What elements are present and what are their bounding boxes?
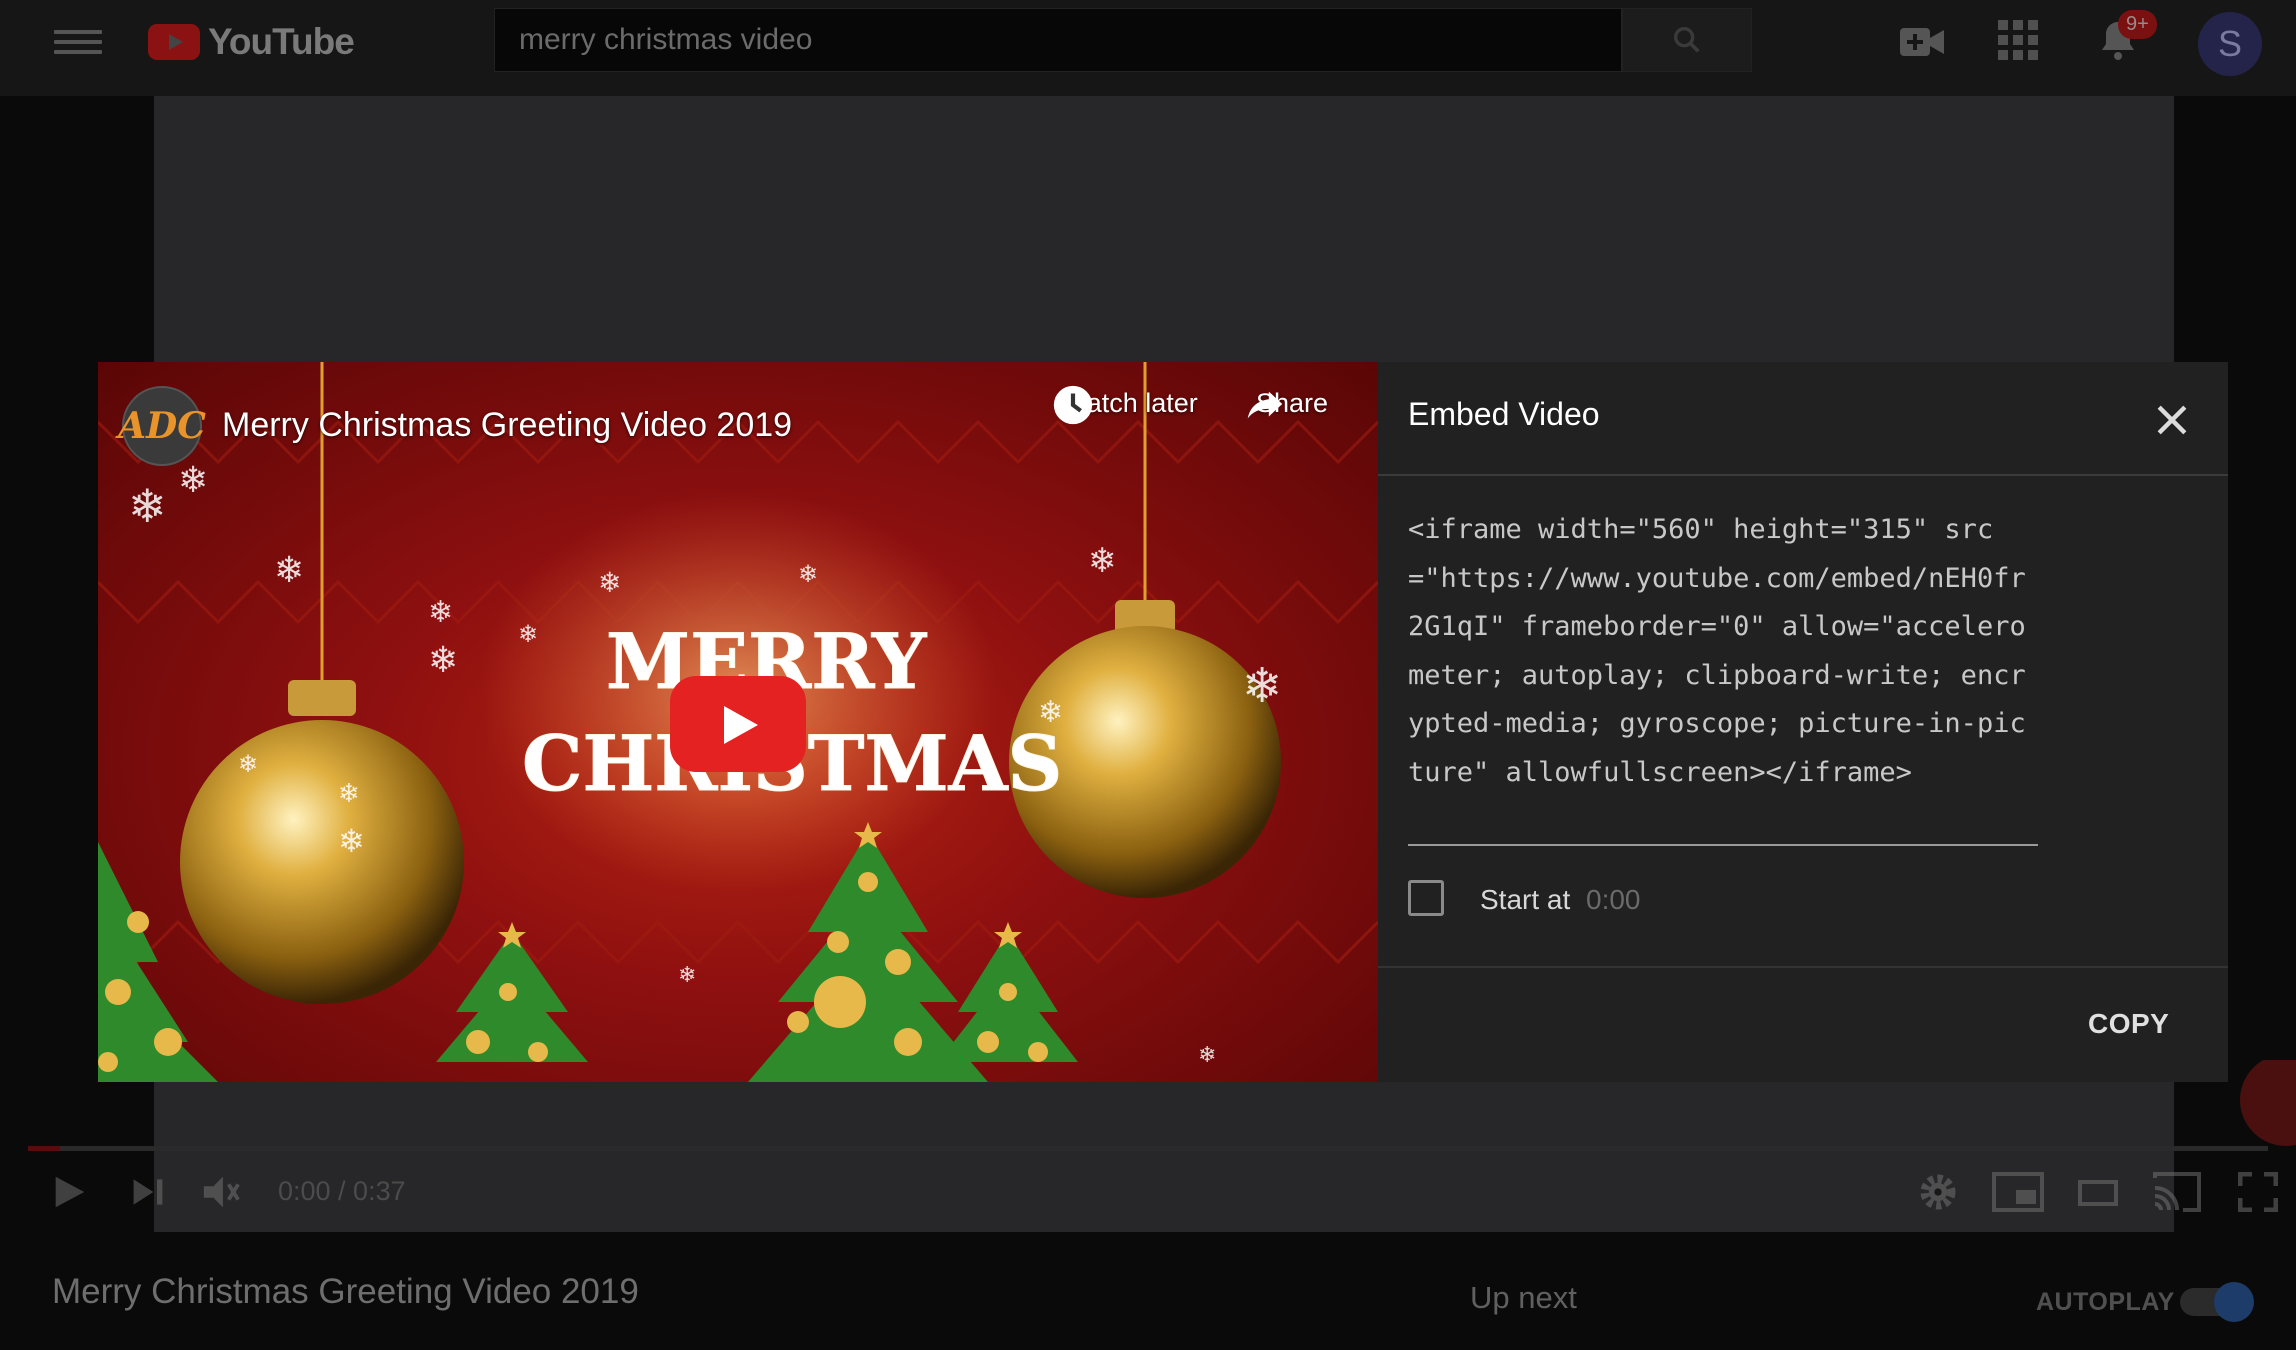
youtube-logo-text: YouTube — [208, 21, 355, 62]
autoplay-toggle[interactable] — [2180, 1282, 2254, 1322]
svg-text:❄: ❄ — [1088, 542, 1117, 580]
snowflake-icon: ❄ — [128, 480, 167, 532]
fullscreen-icon[interactable] — [2238, 1172, 2278, 1212]
large-play-button-icon[interactable] — [670, 676, 806, 772]
svg-text:❄: ❄ — [1242, 660, 1282, 713]
share-button[interactable]: Share — [1242, 382, 1342, 419]
embed-code-panel: Embed Video <iframe width="560" height="… — [1378, 362, 2228, 1082]
player-progress-bar[interactable] — [28, 1146, 2268, 1151]
miniplayer-icon[interactable] — [1992, 1172, 2044, 1212]
create-video-icon[interactable] — [1898, 22, 1946, 62]
svg-text:❄: ❄ — [338, 778, 360, 808]
watch-later-button[interactable]: Watch later — [1050, 382, 1210, 425]
search-button[interactable] — [1622, 8, 1752, 72]
svg-text:❄: ❄ — [518, 621, 538, 648]
volume-icon[interactable] — [200, 1172, 242, 1212]
cast-icon[interactable] — [2150, 1170, 2204, 1214]
embed-code-textarea[interactable]: <iframe width="560" height="315" src="ht… — [1408, 506, 2038, 797]
embed-dialog-title: Embed Video — [1408, 396, 1600, 432]
youtube-logo[interactable]: YouTube — [148, 20, 355, 64]
subscribe-now-sticker-icon — [2240, 1060, 2296, 1146]
channel-logo[interactable]: ADC — [118, 386, 206, 466]
svg-text:❄: ❄ — [178, 459, 208, 500]
preview-video-title[interactable]: Merry Christmas Greeting Video 2019 — [222, 406, 792, 445]
divider — [1378, 966, 2228, 968]
time-display: 0:00 / 0:37 — [278, 1176, 406, 1206]
search-input[interactable]: merry christmas video — [494, 8, 1622, 72]
embed-code-underline — [1408, 844, 2038, 846]
svg-text:❄: ❄ — [238, 751, 258, 778]
embedded-video-preview[interactable]: ❄ ❄ ❄ ❄ ❄ ❄ ❄ ❄ ❄ ❄ ❄ ❄ ❄ ❄ ❄ ❄ MERRY CH… — [98, 362, 1378, 1082]
copy-button[interactable]: COPY — [2088, 1008, 2169, 1040]
settings-gear-icon[interactable] — [1918, 1172, 1958, 1212]
close-icon[interactable] — [2150, 398, 2194, 442]
share-arrow-icon — [1247, 391, 1283, 419]
start-at-checkbox[interactable] — [1408, 880, 1444, 916]
svg-text:❄: ❄ — [1198, 1042, 1216, 1067]
clock-icon — [1053, 385, 1093, 425]
play-icon[interactable] — [50, 1172, 88, 1212]
svg-text:❄: ❄ — [798, 561, 818, 588]
search-icon — [1673, 26, 1700, 53]
hamburger-menu-icon[interactable] — [54, 24, 102, 56]
svg-text:❄: ❄ — [428, 596, 453, 629]
svg-text:❄: ❄ — [274, 549, 304, 590]
watch-page-video-title: Merry Christmas Greeting Video 2019 — [52, 1272, 639, 1311]
user-avatar[interactable]: S — [2198, 12, 2262, 76]
theater-mode-icon[interactable] — [2078, 1180, 2118, 1206]
svg-text:❄: ❄ — [338, 823, 365, 859]
autoplay-label: AUTOPLAY — [2036, 1288, 2175, 1316]
notification-count-badge: 9+ — [2118, 10, 2157, 39]
up-next-heading: Up next — [1470, 1280, 1577, 1315]
next-video-icon[interactable] — [130, 1174, 166, 1210]
svg-text:❄: ❄ — [428, 639, 458, 680]
svg-text:❄: ❄ — [678, 962, 696, 987]
apps-grid-icon[interactable] — [1998, 20, 2038, 60]
svg-text:❄: ❄ — [598, 567, 621, 598]
embed-video-dialog: ❄ ❄ ❄ ❄ ❄ ❄ ❄ ❄ ❄ ❄ ❄ ❄ ❄ ❄ ❄ ❄ MERRY CH… — [98, 362, 2228, 1082]
divider — [1378, 474, 2228, 476]
youtube-play-logo-icon — [148, 24, 200, 60]
start-at-time-input[interactable]: 0:00 — [1586, 884, 1641, 916]
start-at-label: Start at — [1480, 884, 1571, 915]
